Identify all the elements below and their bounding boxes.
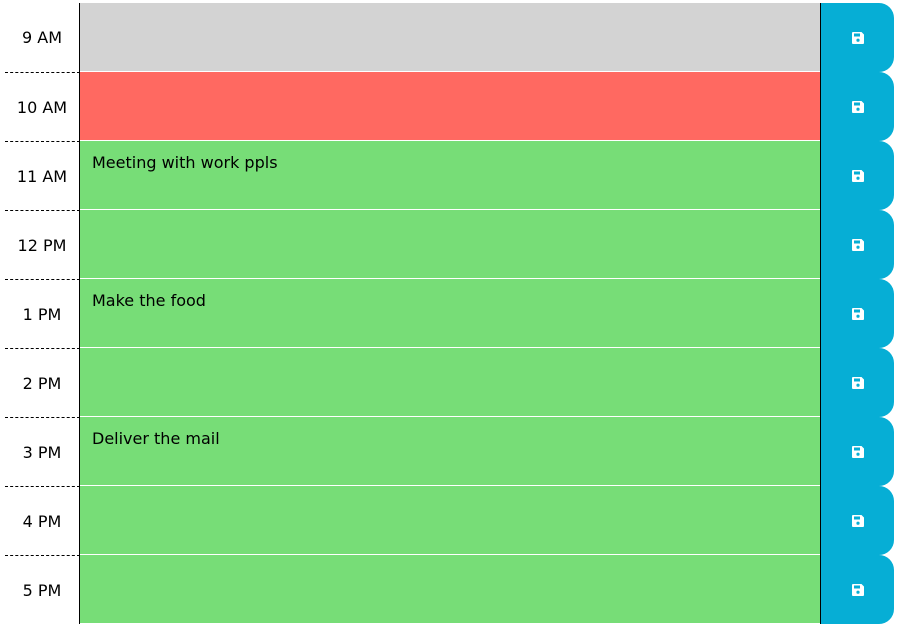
floppy-disk-icon <box>851 31 864 44</box>
time-block-row: 9 AM <box>5 3 894 72</box>
event-input[interactable]: Deliver the mail <box>80 417 820 486</box>
save-button[interactable] <box>820 555 894 624</box>
save-button[interactable] <box>820 72 894 141</box>
save-button[interactable] <box>820 210 894 279</box>
hour-label: 5 PM <box>5 555 80 624</box>
save-button[interactable] <box>820 141 894 210</box>
event-input[interactable] <box>80 3 820 72</box>
hour-label: 11 AM <box>5 141 80 210</box>
time-block-row: 2 PM <box>5 348 894 417</box>
event-input[interactable] <box>80 210 820 279</box>
day-planner: 9 AM 10 AM 11 AM Meeting with work ppls <box>5 3 894 624</box>
save-button[interactable] <box>820 279 894 348</box>
time-block-row: 11 AM Meeting with work ppls <box>5 141 894 210</box>
time-block-row: 3 PM Deliver the mail <box>5 417 894 486</box>
floppy-disk-icon <box>851 307 864 320</box>
floppy-disk-icon <box>851 238 864 251</box>
floppy-disk-icon <box>851 100 864 113</box>
time-block-row: 1 PM Make the food <box>5 279 894 348</box>
time-block-row: 10 AM <box>5 72 894 141</box>
hour-label: 3 PM <box>5 417 80 486</box>
floppy-disk-icon <box>851 169 864 182</box>
time-block-row: 12 PM <box>5 210 894 279</box>
event-input[interactable] <box>80 72 820 141</box>
time-block-row: 4 PM <box>5 486 894 555</box>
save-button[interactable] <box>820 3 894 72</box>
floppy-disk-icon <box>851 376 864 389</box>
save-button[interactable] <box>820 486 894 555</box>
event-input[interactable] <box>80 486 820 555</box>
event-input[interactable] <box>80 348 820 417</box>
hour-label: 4 PM <box>5 486 80 555</box>
hour-label: 2 PM <box>5 348 80 417</box>
save-button[interactable] <box>820 348 894 417</box>
hour-label: 10 AM <box>5 72 80 141</box>
event-input[interactable]: Make the food <box>80 279 820 348</box>
hour-label: 9 AM <box>5 3 80 72</box>
floppy-disk-icon <box>851 445 864 458</box>
time-block-row: 5 PM <box>5 555 894 624</box>
floppy-disk-icon <box>851 583 864 596</box>
floppy-disk-icon <box>851 514 864 527</box>
hour-label: 1 PM <box>5 279 80 348</box>
hour-label: 12 PM <box>5 210 80 279</box>
event-input[interactable]: Meeting with work ppls <box>80 141 820 210</box>
event-input[interactable] <box>80 555 820 624</box>
save-button[interactable] <box>820 417 894 486</box>
